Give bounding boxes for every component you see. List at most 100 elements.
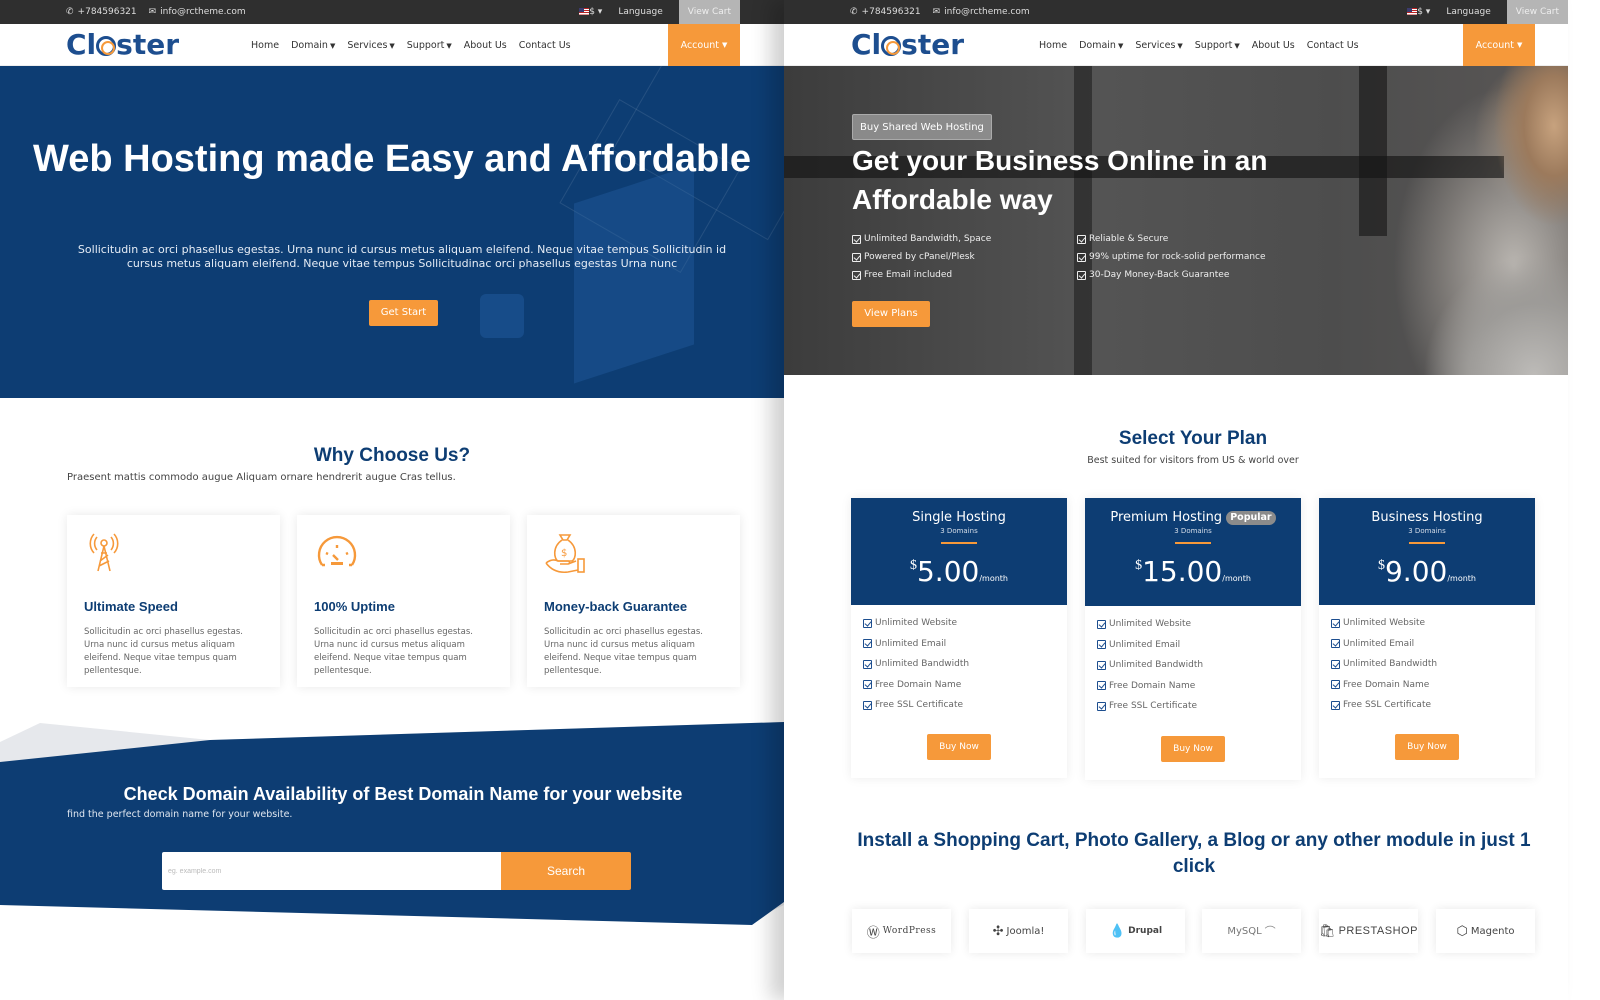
checkbox-icon [863, 618, 872, 628]
plan-feature: Unlimited Website [1331, 617, 1535, 629]
main-nav: Cl ster Home Domain ▼ Services ▼ Support ▼ A… [784, 24, 1568, 66]
plan-feature: Unlimited Bandwidth [863, 658, 1067, 670]
nav-domain[interactable]: Domain ▼ [291, 40, 335, 51]
plans-subtitle: Best suited for visitors from US & world… [1087, 455, 1299, 466]
cms-logo-mysql[interactable]: MySQL ⌒ [1202, 909, 1301, 953]
checkbox-icon [863, 700, 872, 710]
checkbox-icon [1331, 680, 1340, 689]
currency-selector[interactable]: $ ▾ [1407, 7, 1430, 17]
domain-search-input[interactable] [162, 852, 501, 890]
buy-now-button[interactable]: Buy Now [927, 734, 991, 760]
plan-name: Premium Hosting Popular [1085, 510, 1301, 525]
homepage-variant-2: ✆ +784596321 ✉ info@rctheme.com $ ▾ Langua… [784, 0, 1568, 1000]
feature-title: 100% Uptime [314, 599, 395, 614]
view-cart-button[interactable]: View Cart [678, 0, 740, 24]
nav-contact[interactable]: Contact Us [1307, 40, 1359, 51]
drupal-icon: 💧 [1108, 923, 1126, 939]
checkbox-icon [1097, 681, 1106, 690]
chevron-down-icon: ▼ [722, 41, 728, 49]
hero-title: Web Hosting made Easy and Affordable [33, 138, 751, 180]
plan-feature: Unlimited Bandwidth [1331, 658, 1535, 670]
hero-feature-list: Unlimited Bandwidth, Space Reliable & Se… [852, 232, 1312, 282]
nav-support[interactable]: Support ▼ [1195, 40, 1240, 51]
nav-home[interactable]: Home [251, 40, 279, 51]
nav-home[interactable]: Home [1039, 40, 1067, 51]
top-bar: ✆ +784596321 ✉ info@rctheme.com $ ▾ Langua… [784, 0, 1568, 24]
checkbox-icon [1097, 619, 1106, 629]
plan-feature: Free SSL Certificate [1097, 700, 1301, 712]
checkbox-icon [863, 639, 872, 648]
hero-tag: Buy Shared Web Hosting [852, 114, 992, 140]
feature-card: $ Money-back Guarantee Sollicitudin ac o… [527, 515, 740, 687]
us-flag-icon [1407, 8, 1418, 15]
nav-contact[interactable]: Contact Us [519, 40, 571, 51]
svg-text:$: $ [561, 548, 567, 559]
hero-title: Get your Business Online in an Affordabl… [852, 145, 1268, 215]
nav-about[interactable]: About Us [1252, 40, 1295, 51]
nav-services[interactable]: Services ▼ [1135, 40, 1182, 51]
chevron-down-icon: ▼ [329, 41, 336, 50]
feature-card: 100% Uptime Sollicitudin ac orci phasell… [297, 515, 510, 687]
feature-card: Ultimate Speed Sollicitudin ac orci phas… [67, 515, 280, 687]
language-selector[interactable]: Language [618, 7, 662, 17]
plan-name: Single Hosting [912, 510, 1006, 525]
plan-feature: Unlimited Email [1097, 639, 1301, 651]
cms-logo-magento[interactable]: ⬡ Magento [1436, 909, 1535, 953]
checkbox-icon [1331, 659, 1340, 669]
antenna-tower-icon [89, 533, 119, 572]
email-contact[interactable]: ✉ info@rctheme.com [149, 0, 246, 24]
plan-feature: Free Domain Name [863, 679, 1067, 691]
cms-logo-drupal[interactable]: 💧 Drupal [1086, 909, 1185, 953]
checkbox-icon [1331, 639, 1340, 648]
plan-feature: Unlimited Website [1097, 618, 1301, 630]
joomla-icon: ✣ [992, 923, 1004, 939]
checkbox-icon [1331, 700, 1340, 710]
cms-logo-wordpress[interactable]: Ⓦ WordPress [852, 909, 951, 953]
view-cart-button[interactable]: View Cart [1506, 0, 1568, 24]
domain-search-button[interactable]: Search [501, 852, 631, 890]
plan-feature: Unlimited Bandwidth [1097, 659, 1301, 671]
money-bag-hand-icon: $ [545, 534, 585, 574]
currency-selector[interactable]: $ ▾ [579, 7, 602, 17]
plan-price: $15.00/month [1135, 555, 1251, 588]
logo[interactable]: Cl ster [851, 28, 964, 61]
checkbox-icon [863, 680, 872, 689]
nav-support[interactable]: Support ▼ [407, 40, 452, 51]
account-button[interactable]: Account ▼ [1463, 24, 1535, 66]
feature-text: Sollicitudin ac orci phasellus egestas. … [84, 627, 243, 676]
buy-now-button[interactable]: Buy Now [1161, 736, 1225, 762]
domain-subtitle: find the perfect domain name for your we… [67, 809, 293, 820]
decorative-cube [480, 294, 524, 338]
magento-icon: ⬡ [1456, 923, 1468, 939]
email-contact[interactable]: ✉ info@rctheme.com [933, 0, 1030, 24]
logo[interactable]: Cl ster [66, 28, 179, 61]
hero-feature-item: Free Email included [852, 268, 1077, 282]
nav-domain[interactable]: Domain ▼ [1079, 40, 1123, 51]
nav-about[interactable]: About Us [464, 40, 507, 51]
plan-feature: Free Domain Name [1097, 680, 1301, 692]
feature-title: Ultimate Speed [84, 599, 178, 614]
plans-title: Select Your Plan [1118, 428, 1268, 449]
why-choose-subtitle: Praesent mattis commodo augue Aliquam or… [67, 472, 456, 483]
phone-contact[interactable]: ✆ +784596321 [66, 0, 137, 24]
plan-feature: Unlimited Website [863, 617, 1067, 629]
nav-services[interactable]: Services ▼ [347, 40, 394, 51]
view-plans-button[interactable]: View Plans [852, 301, 930, 327]
buy-now-button[interactable]: Buy Now [1395, 734, 1459, 760]
background-window-frame [1074, 66, 1092, 375]
chevron-down-icon: ▼ [446, 41, 452, 50]
cms-logo-prestashop[interactable]: 🛍 PRESTASHOP [1319, 909, 1418, 953]
language-selector[interactable]: Language [1446, 7, 1490, 17]
us-flag-icon [579, 8, 590, 15]
plan-feature: Free Domain Name [1331, 679, 1535, 691]
get-start-button[interactable]: Get Start [369, 300, 438, 326]
phone-contact[interactable]: ✆ +784596321 [850, 0, 921, 24]
chevron-down-icon: ▼ [389, 41, 395, 50]
account-button[interactable]: Account ▼ [668, 24, 740, 66]
cms-logo-joomla[interactable]: ✣ Joomla! [969, 909, 1068, 953]
checkbox-icon [1077, 234, 1086, 244]
envelope-icon: ✉ [932, 7, 941, 17]
chevron-down-icon: ▼ [1177, 41, 1183, 50]
why-choose-title: Why Choose Us? [313, 445, 471, 466]
divider [1175, 542, 1211, 544]
